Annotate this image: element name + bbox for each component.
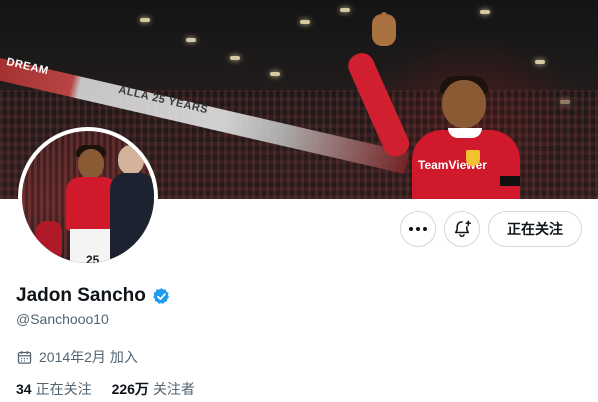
display-name: Jadon Sancho — [16, 285, 146, 306]
following-count: 34 — [16, 381, 32, 397]
join-date: 2014年2月 加入 — [16, 347, 138, 367]
followers-label: 关注者 — [152, 381, 195, 397]
following-button[interactable]: 正在关注 — [488, 211, 582, 247]
followers-count: 226万 — [111, 381, 149, 397]
profile-stats: 34 正在关注 226万 关注者 — [16, 379, 195, 399]
following-count-link[interactable]: 34 正在关注 — [16, 379, 92, 399]
notifications-button[interactable] — [444, 211, 480, 247]
profile-avatar[interactable]: 25 — [18, 127, 158, 267]
shirt-number: 25 — [86, 253, 100, 267]
user-handle: @Sanchooo10 — [16, 311, 109, 327]
verified-badge-icon[interactable] — [152, 287, 171, 306]
calendar-icon — [17, 350, 32, 364]
more-horizontal-icon — [409, 227, 427, 231]
following-label: 正在关注 — [35, 381, 92, 397]
avatar-coach — [110, 143, 154, 263]
profile-name-row: Jadon Sancho — [16, 285, 171, 307]
join-date-text: 2014年2月 加入 — [39, 349, 138, 365]
more-options-button[interactable] — [400, 211, 436, 247]
followers-count-link[interactable]: 226万 关注者 — [112, 379, 195, 399]
bell-plus-icon — [455, 220, 472, 238]
